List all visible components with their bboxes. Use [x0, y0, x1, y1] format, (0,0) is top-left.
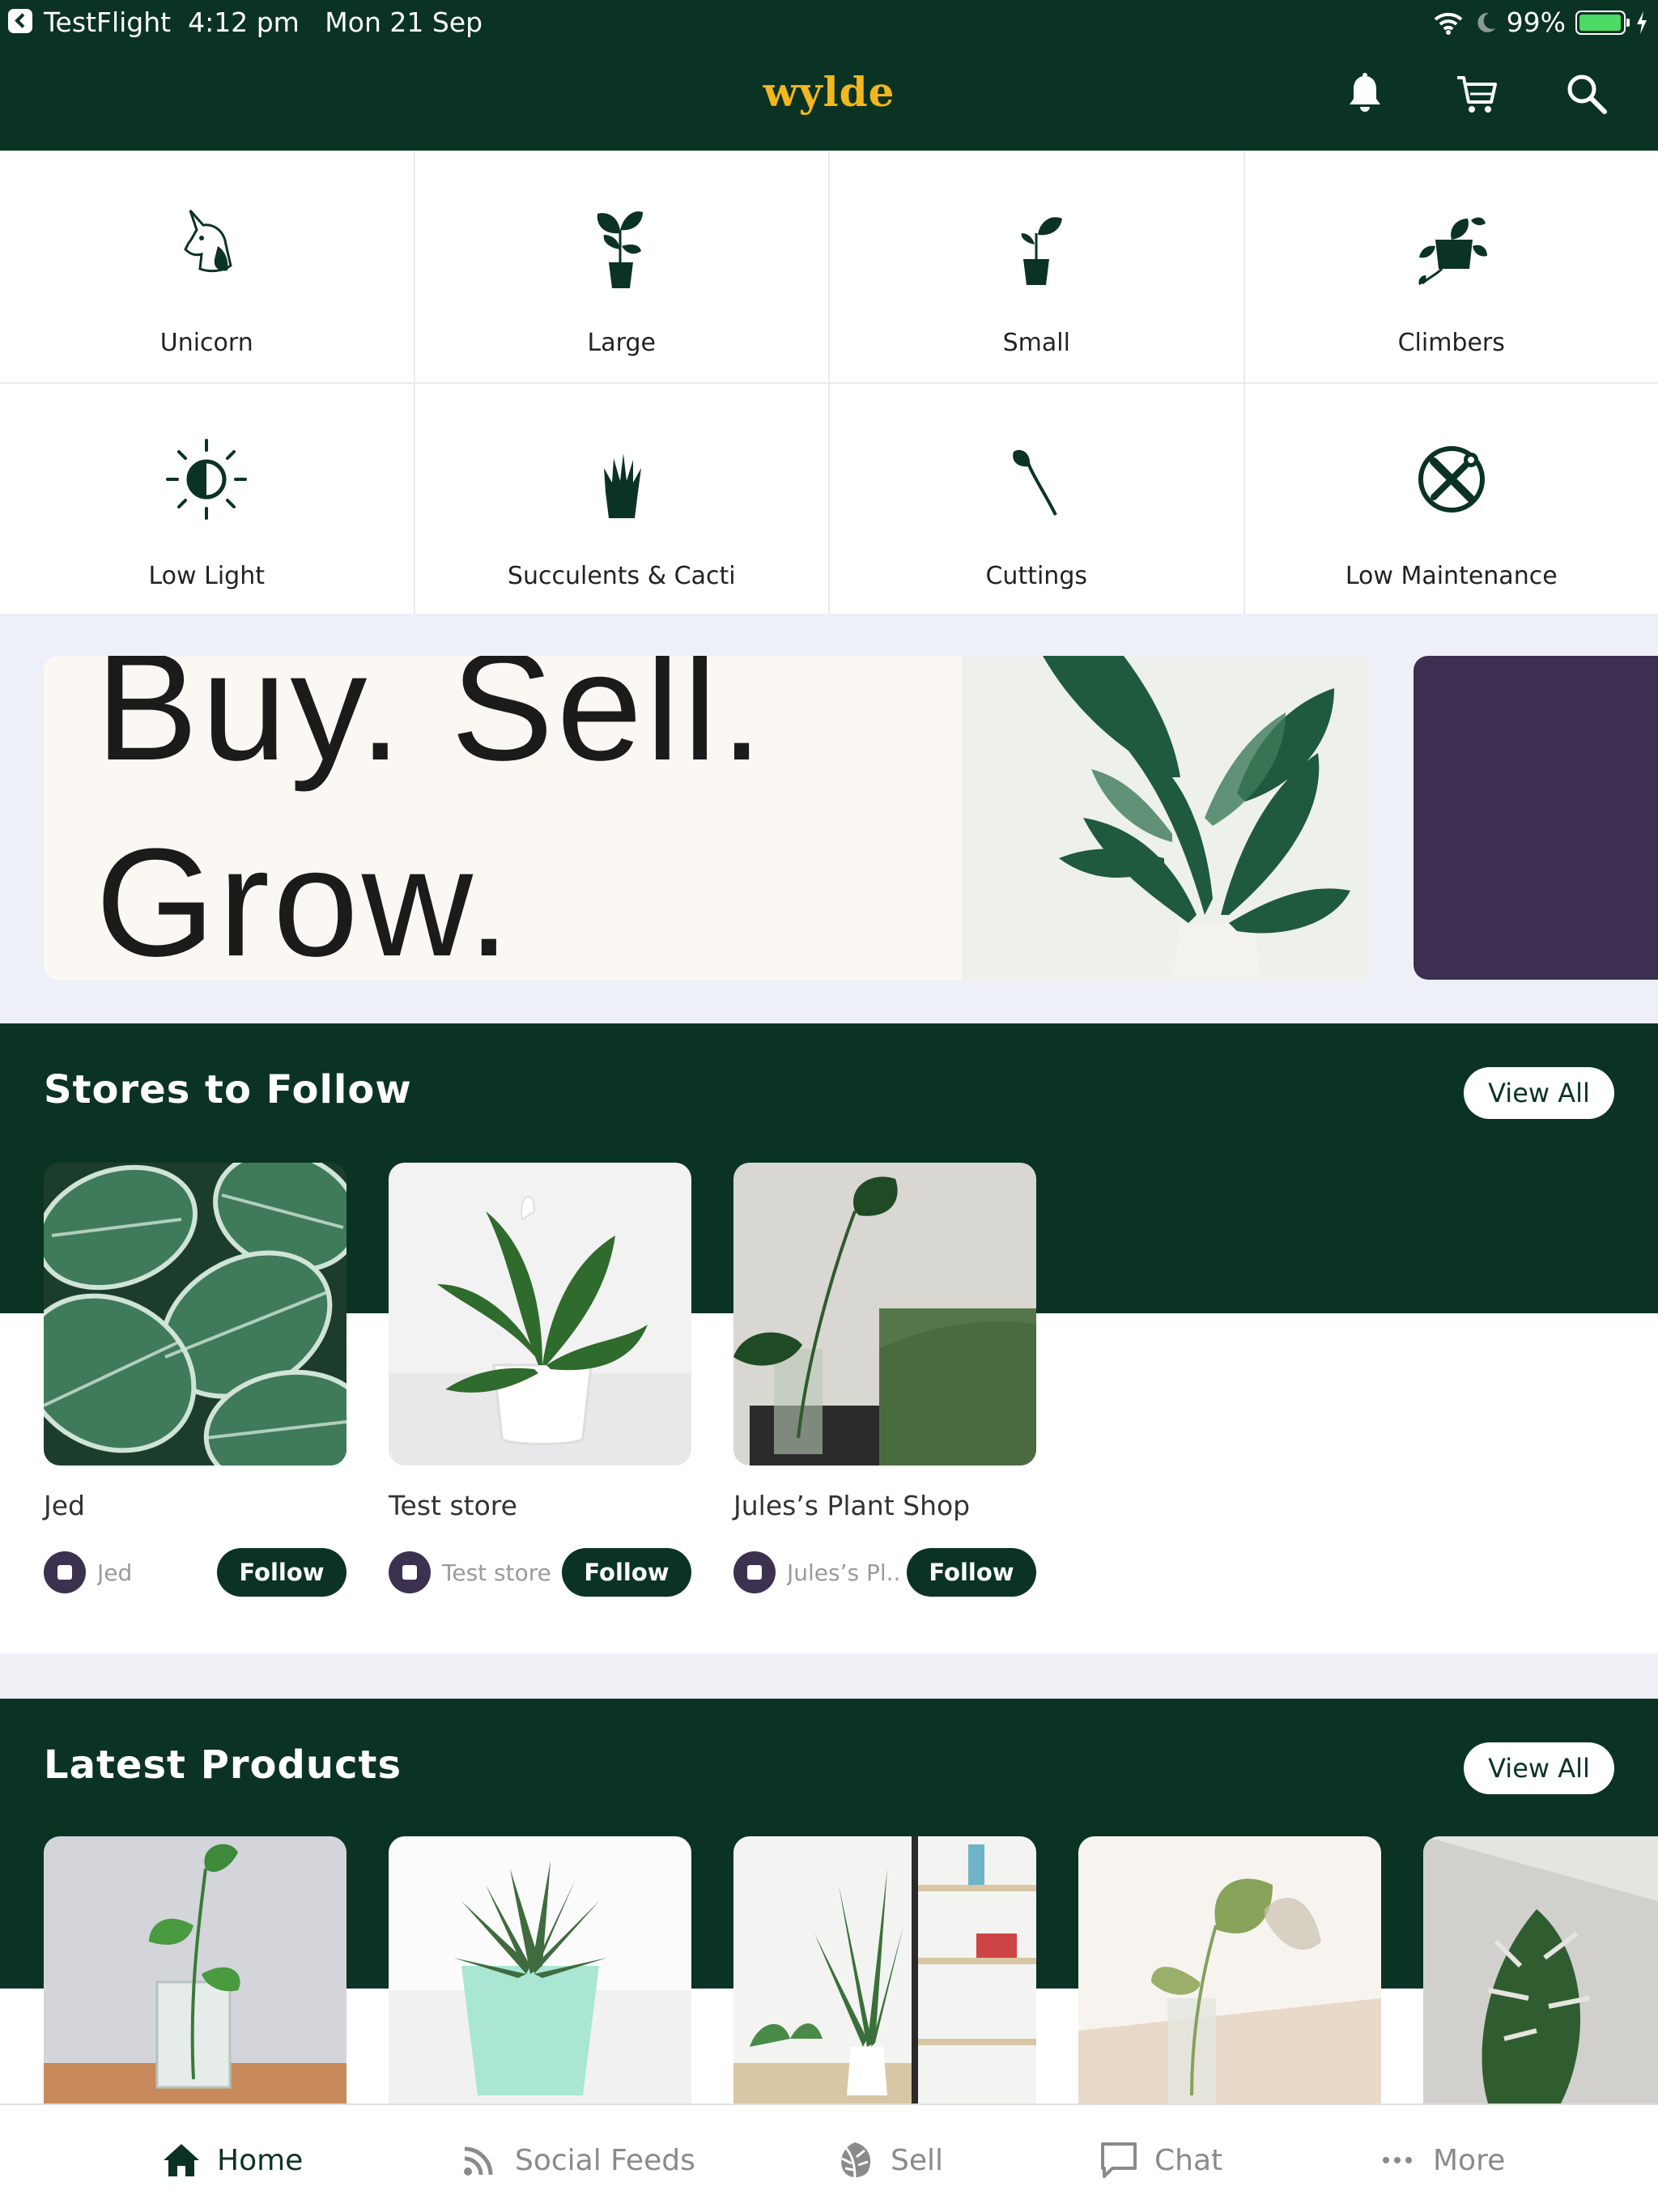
- unicorn-icon: [184, 210, 232, 273]
- tab-more[interactable]: More: [1376, 2138, 1505, 2183]
- status-left-text: TestFlight 4:12 pm Mon 21 Sep: [44, 6, 483, 38]
- chat-icon: [1101, 2142, 1137, 2178]
- store-name[interactable]: Jed: [44, 1490, 85, 1521]
- tab-label: Home: [217, 2143, 304, 2177]
- back-to-app-icon[interactable]: [8, 9, 32, 33]
- category-label: Cuttings: [985, 562, 1087, 590]
- stores-section-title: Stores to Follow: [44, 1067, 412, 1112]
- rss-icon: [464, 2146, 493, 2176]
- category-low-maintenance[interactable]: Low Maintenance: [1244, 384, 1658, 614]
- tab-social-feeds[interactable]: Social Feeds: [458, 2138, 695, 2183]
- store-avatar: [44, 1551, 86, 1593]
- category-large[interactable]: Large: [414, 151, 828, 382]
- wifi-icon: [1434, 12, 1462, 35]
- follow-button[interactable]: Follow: [217, 1548, 346, 1597]
- store-image[interactable]: [389, 1163, 691, 1465]
- low-light-icon: [166, 439, 248, 520]
- store-owner: Jules’s Pl...: [787, 1559, 900, 1586]
- store-name[interactable]: Test store: [389, 1490, 517, 1521]
- category-label: Large: [587, 329, 656, 357]
- category-succulents[interactable]: Succulents & Cacti: [414, 384, 828, 614]
- status-right: 99%: [1432, 6, 1648, 38]
- product-card[interactable]: [389, 1836, 691, 2104]
- large-plant-icon: [597, 211, 643, 288]
- category-label: Small: [1002, 329, 1070, 357]
- tab-label: Social Feeds: [515, 2143, 695, 2177]
- cutting-icon: [1013, 449, 1058, 516]
- banner-line-2: Grow.: [96, 817, 514, 980]
- tab-home[interactable]: Home: [160, 2138, 303, 2183]
- app-logo[interactable]: wylde: [0, 68, 1658, 116]
- store-card[interactable]: Test store Test store Follow: [389, 1163, 691, 1597]
- tab-sell[interactable]: Sell: [834, 2138, 943, 2183]
- status-time: 4:12 pm: [188, 6, 300, 38]
- store-avatar: [389, 1551, 431, 1593]
- home-icon: [164, 2144, 199, 2176]
- status-date: Mon 21 Sep: [325, 6, 483, 38]
- category-label: Climbers: [1397, 329, 1505, 357]
- moon-icon: [1477, 12, 1495, 32]
- store-image[interactable]: [44, 1163, 346, 1465]
- product-card[interactable]: [733, 1836, 1036, 2104]
- store-owner: Test store: [442, 1559, 551, 1586]
- cart-icon[interactable]: [1454, 71, 1499, 117]
- products-view-all-button[interactable]: View All: [1464, 1742, 1614, 1794]
- store-card[interactable]: Jed Jed Follow: [44, 1163, 346, 1597]
- category-grid: Unicorn Large Small Climbers Low Light S…: [0, 151, 1658, 614]
- leaf-icon: [841, 2142, 871, 2179]
- store-name[interactable]: Jules’s Plant Shop: [733, 1490, 970, 1521]
- status-bar: TestFlight 4:12 pm Mon 21 Sep 99%: [0, 0, 1658, 44]
- product-card[interactable]: [44, 1836, 346, 2104]
- climber-plant-icon: [1418, 217, 1487, 285]
- category-unicorn[interactable]: Unicorn: [0, 151, 414, 382]
- battery-percent: 99%: [1506, 6, 1566, 38]
- store-avatar: [733, 1551, 776, 1593]
- category-label: Succulents & Cacti: [507, 562, 736, 590]
- banner-next-slide[interactable]: [1414, 656, 1658, 980]
- category-climbers[interactable]: Climbers: [1244, 151, 1658, 382]
- tab-label: Sell: [891, 2143, 944, 2177]
- category-label: Unicorn: [159, 329, 253, 357]
- tab-label: More: [1433, 2143, 1506, 2177]
- small-plant-icon: [1021, 217, 1063, 285]
- follow-button[interactable]: Follow: [562, 1548, 691, 1597]
- follow-button[interactable]: Follow: [907, 1548, 1036, 1597]
- status-app-name[interactable]: TestFlight: [44, 6, 171, 38]
- category-small[interactable]: Small: [830, 151, 1244, 382]
- search-icon[interactable]: [1564, 71, 1609, 117]
- store-owner: Jed: [97, 1559, 133, 1586]
- banner-plant-photo: [962, 656, 1371, 980]
- category-low-light[interactable]: Low Light: [0, 384, 414, 614]
- store-card[interactable]: Jules’s Plant Shop Jules’s Pl... Follow: [733, 1163, 1036, 1597]
- tab-chat[interactable]: Chat: [1098, 2138, 1222, 2183]
- category-label: Low Light: [148, 562, 265, 590]
- more-icon: [1383, 2157, 1412, 2163]
- banner-buy-sell-grow[interactable]: Buy. Sell. Grow.: [44, 656, 1371, 980]
- tools-icon: [1418, 446, 1485, 513]
- battery-icon: [1575, 10, 1630, 35]
- charging-icon: [1637, 11, 1647, 34]
- product-card[interactable]: [1078, 1836, 1381, 2104]
- succulent-icon: [603, 453, 641, 518]
- category-label: Low Maintenance: [1345, 562, 1558, 590]
- banner-line-1: Buy. Sell.: [96, 656, 767, 793]
- store-image[interactable]: [733, 1163, 1036, 1465]
- product-card[interactable]: [1423, 1836, 1658, 2104]
- products-section-title: Latest Products: [44, 1742, 402, 1788]
- bottom-tab-bar: Home Social Feeds Sell Chat More: [0, 2104, 1658, 2212]
- app-header: TestFlight 4:12 pm Mon 21 Sep 99% wylde: [0, 0, 1658, 151]
- category-cuttings[interactable]: Cuttings: [830, 384, 1244, 614]
- bell-icon[interactable]: [1342, 71, 1388, 117]
- stores-view-all-button[interactable]: View All: [1464, 1067, 1614, 1119]
- tab-label: Chat: [1154, 2143, 1223, 2177]
